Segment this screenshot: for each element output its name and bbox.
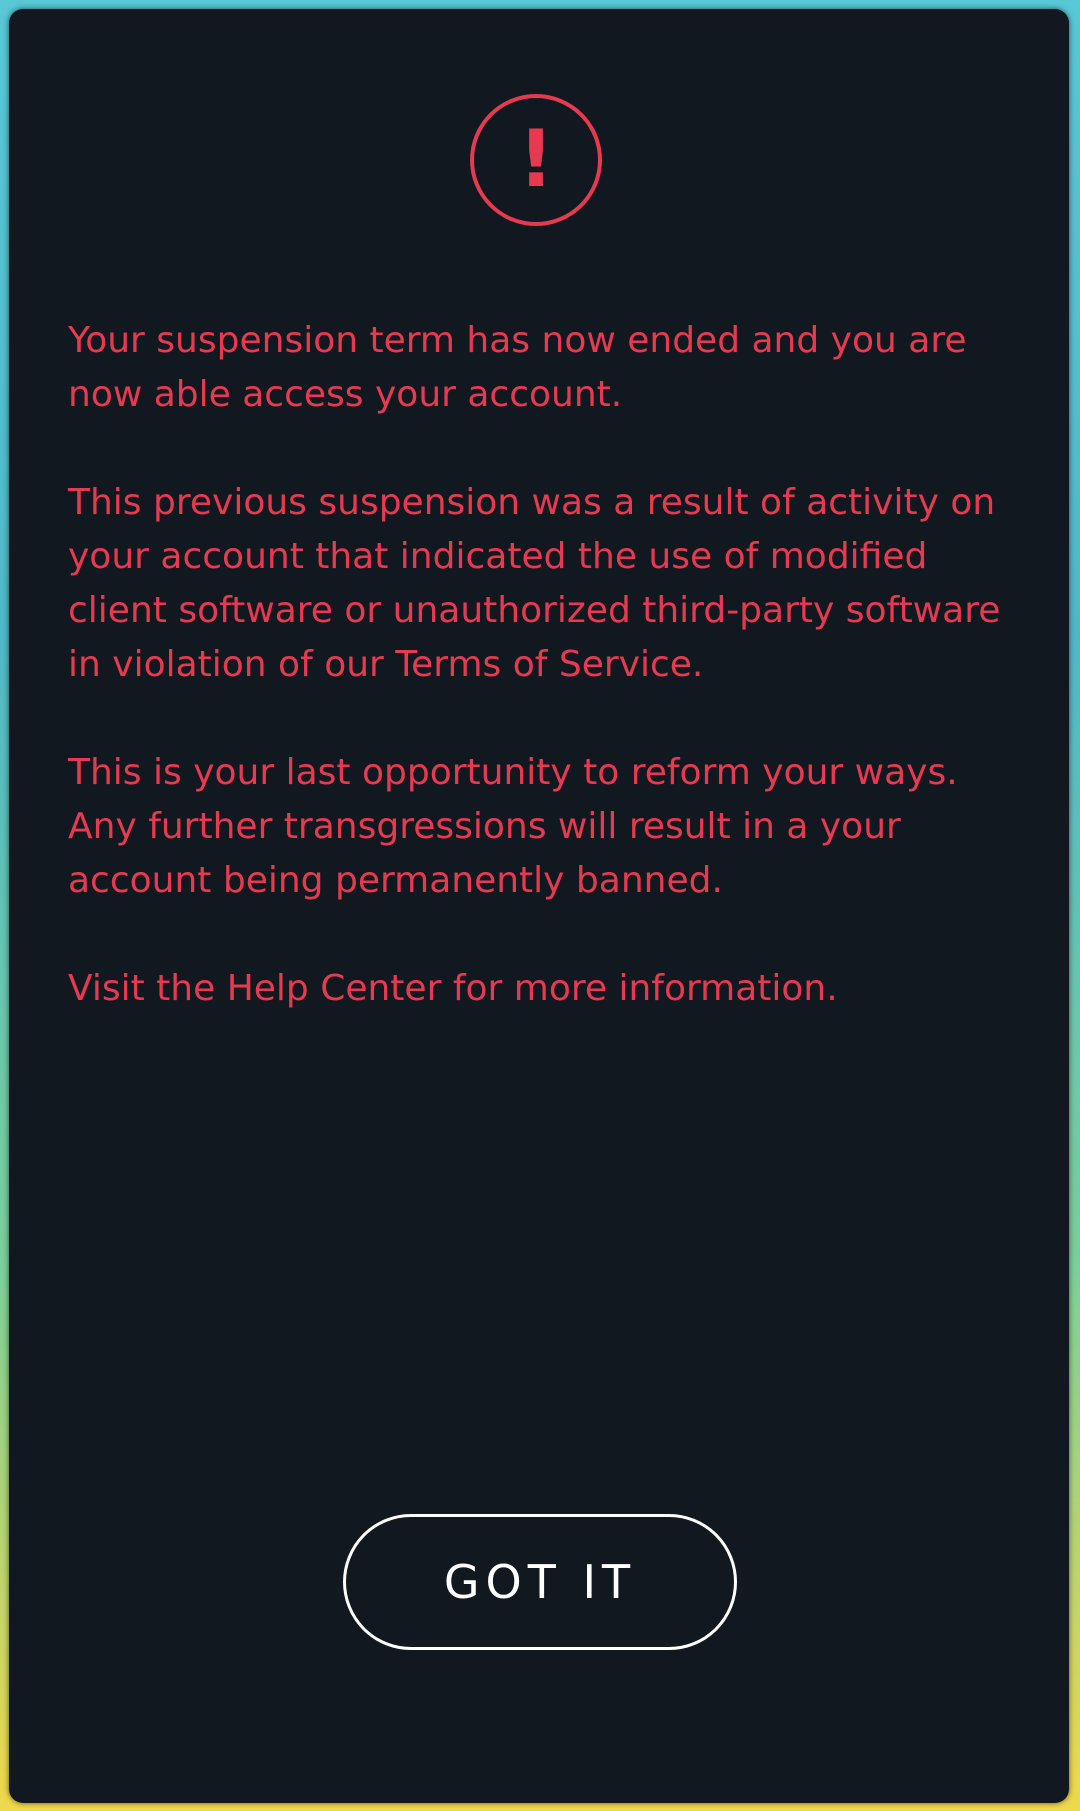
dialog-message: Your suspension term has now ended and y… — [68, 314, 1028, 1016]
exclamation-circle-icon: ! — [470, 94, 602, 226]
got-it-label: GOT IT — [443, 1555, 637, 1609]
exclamation-glyph: ! — [518, 115, 554, 205]
suspension-ended-dialog: ! Your suspension term has now ended and… — [9, 9, 1069, 1803]
help-prefix: Visit the — [68, 968, 227, 1009]
message-paragraph-3: This is your last opportunity to reform … — [68, 752, 958, 901]
message-paragraph-4: Visit the Help Center for more informati… — [68, 962, 1028, 1016]
got-it-button[interactable]: GOT IT — [343, 1514, 737, 1650]
message-paragraph-2: This previous suspension was a result of… — [68, 482, 1001, 685]
message-paragraph-1: Your suspension term has now ended and y… — [68, 320, 967, 415]
help-center-link[interactable]: Help Center — [227, 968, 442, 1009]
help-suffix: for more information. — [441, 968, 838, 1009]
